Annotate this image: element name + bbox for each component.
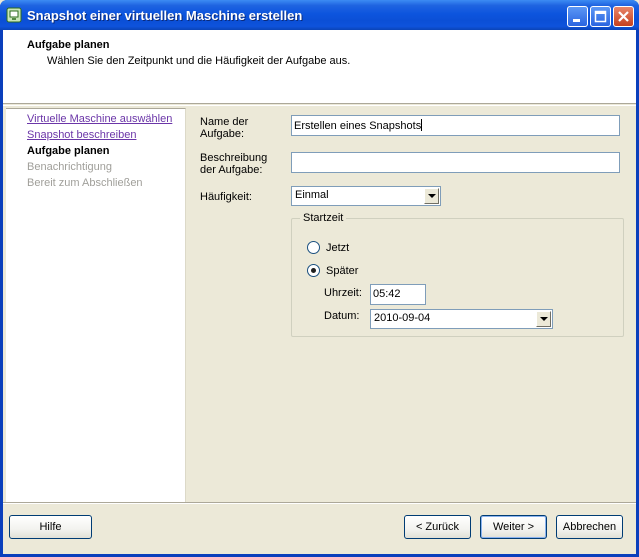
help-button[interactable]: Hilfe xyxy=(9,515,92,539)
footer-divider xyxy=(3,502,636,504)
step-schedule-task: Aufgabe planen xyxy=(27,145,110,157)
cancel-button[interactable]: Abbrechen xyxy=(556,515,623,539)
wizard-window: Snapshot einer virtuellen Maschine erste… xyxy=(0,0,639,557)
dialog-client-area: Aufgabe planen Wählen Sie den Zeitpunkt … xyxy=(3,30,636,554)
time-value: 05:42 xyxy=(373,288,401,300)
step-notification: Benachrichtigung xyxy=(27,161,113,173)
task-name-value: Erstellen eines Snapshots xyxy=(294,120,422,132)
radio-now[interactable] xyxy=(307,241,320,254)
next-button[interactable]: Weiter > xyxy=(480,515,547,539)
wizard-header: Aufgabe planen Wählen Sie den Zeitpunkt … xyxy=(3,30,636,104)
date-dropdown-button[interactable] xyxy=(536,311,551,327)
task-name-input[interactable]: Erstellen eines Snapshots xyxy=(291,115,620,136)
date-dropdown[interactable]: 2010-09-04 xyxy=(370,309,553,329)
time-input[interactable]: 05:42 xyxy=(370,284,426,305)
start-time-legend: Startzeit xyxy=(300,212,347,224)
time-label: Uhrzeit: xyxy=(324,287,362,299)
date-label: Datum: xyxy=(324,310,360,322)
description-input[interactable] xyxy=(291,152,620,173)
radio-later-label[interactable]: Später xyxy=(326,265,358,277)
start-time-group: Startzeit Jetzt Später Uhrzeit: 05:42 Da… xyxy=(291,212,624,337)
date-value: 2010-09-04 xyxy=(374,312,431,324)
vm-snapshot-icon xyxy=(6,7,22,23)
title-bar[interactable]: Snapshot einer virtuellen Maschine erste… xyxy=(0,0,639,30)
page-subtitle: Wählen Sie den Zeitpunkt und die Häufigk… xyxy=(47,55,351,67)
task-name-label: Name der Aufgabe: xyxy=(200,116,248,140)
header-divider xyxy=(3,105,636,106)
text-caret xyxy=(421,119,423,131)
task-name-label-line2: Aufgabe: xyxy=(200,128,245,140)
maximize-icon xyxy=(594,10,607,23)
step-select-vm[interactable]: Virtuelle Maschine auswählen xyxy=(27,113,172,125)
close-icon xyxy=(618,11,629,22)
chevron-down-icon xyxy=(540,317,548,321)
radio-now-label[interactable]: Jetzt xyxy=(326,242,349,254)
step-ready-to-complete: Bereit zum Abschließen xyxy=(27,177,143,189)
task-name-label-line1: Name der xyxy=(200,116,249,128)
radio-later[interactable] xyxy=(307,264,320,277)
frequency-value: Einmal xyxy=(295,189,329,201)
description-label: Beschreibung der Aufgabe: xyxy=(200,152,267,176)
frequency-label: Häufigkeit: xyxy=(200,191,252,203)
description-label-line2: der Aufgabe: xyxy=(200,164,263,176)
step-describe-snapshot[interactable]: Snapshot beschreiben xyxy=(27,129,136,141)
minimize-icon xyxy=(573,19,580,22)
page-title: Aufgabe planen xyxy=(27,39,110,51)
close-button[interactable] xyxy=(613,6,634,27)
wizard-steps-pane: Virtuelle Maschine auswählen Snapshot be… xyxy=(6,108,186,502)
chevron-down-icon xyxy=(428,194,436,198)
minimize-button[interactable] xyxy=(567,6,588,27)
back-button[interactable]: < Zurück xyxy=(404,515,471,539)
description-label-line1: Beschreibung xyxy=(200,152,268,164)
window-title: Snapshot einer virtuellen Maschine erste… xyxy=(27,8,303,23)
frequency-dropdown-button[interactable] xyxy=(424,188,439,204)
maximize-button[interactable] xyxy=(590,6,611,27)
frequency-dropdown[interactable]: Einmal xyxy=(291,186,441,206)
